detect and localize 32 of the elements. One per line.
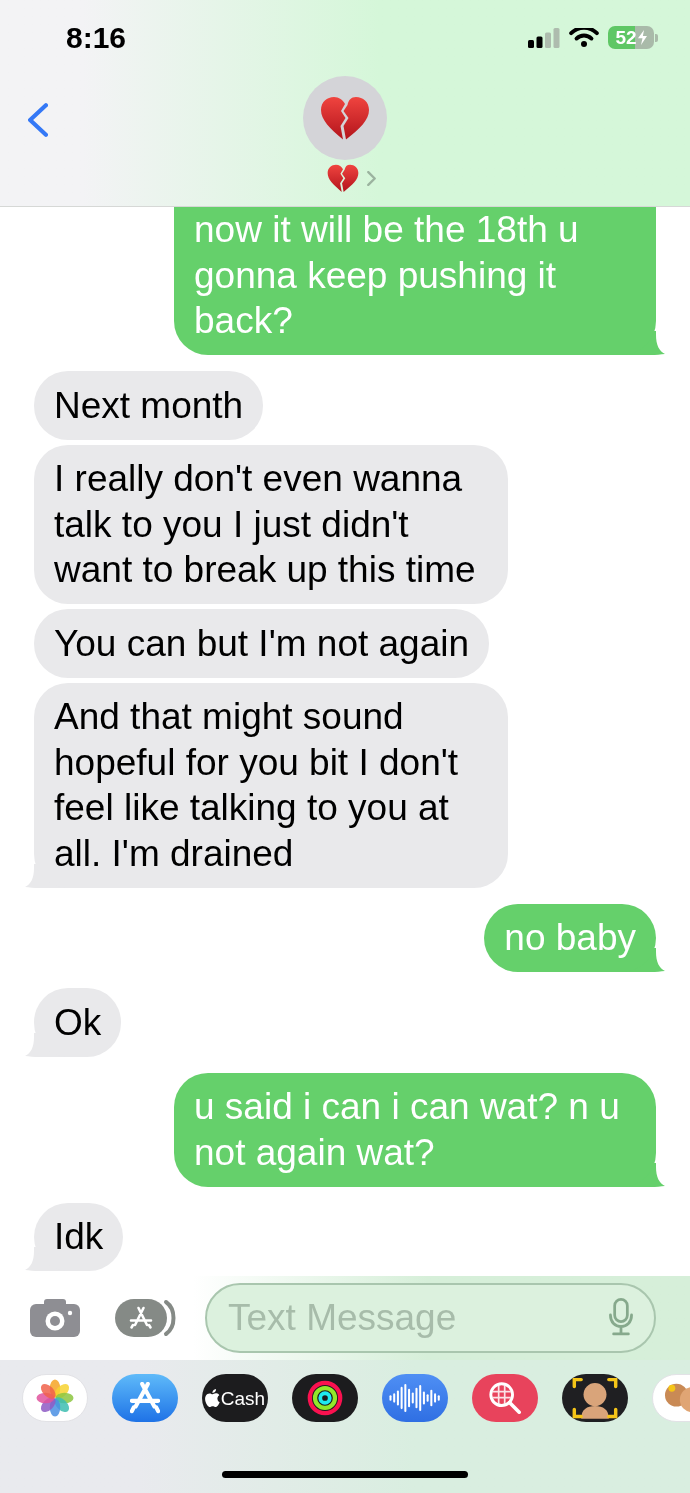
received-message-bubble: Ok bbox=[34, 988, 122, 1057]
waveform-icon bbox=[389, 1384, 441, 1412]
status-time: 8:16 bbox=[66, 20, 127, 56]
broken-heart-icon bbox=[326, 164, 359, 193]
battery-percentage: 52 bbox=[615, 27, 637, 48]
apple-icon bbox=[204, 1389, 220, 1407]
received-message-bubble: You can but I'm not again bbox=[34, 609, 490, 678]
sent-message-bubble: no baby bbox=[484, 903, 656, 972]
signal-icon bbox=[528, 27, 560, 48]
camera-button[interactable] bbox=[30, 1299, 80, 1337]
wifi-icon bbox=[569, 27, 599, 48]
app-button[interactable] bbox=[562, 1374, 628, 1422]
sent-message-bubble: u said i can i can wat? n u not again wat? bbox=[174, 1072, 656, 1187]
flower-icon bbox=[36, 1379, 74, 1417]
received-message-bubble: Next month bbox=[34, 371, 264, 440]
a-shape-pill-icon bbox=[115, 1299, 177, 1337]
a-shape-icon bbox=[130, 1382, 160, 1414]
received-message-bubble: I really don't even wanna talk to you I just didn't want to break up this time bbox=[34, 444, 508, 604]
chevron-right-icon bbox=[366, 171, 376, 186]
back-chevron-icon bbox=[28, 103, 48, 137]
microphone-icon[interactable] bbox=[608, 1298, 634, 1336]
apps-button[interactable] bbox=[115, 1299, 177, 1337]
app-button[interactable] bbox=[292, 1374, 358, 1422]
received-message-bubble: Idk bbox=[34, 1202, 124, 1271]
framed-avatar-icon bbox=[572, 1377, 618, 1419]
sent-message-bubble: now it will be the 18th u gonna keep pushing it back? bbox=[174, 207, 656, 355]
activity-rings-icon bbox=[306, 1379, 344, 1417]
globe-search-icon bbox=[489, 1382, 521, 1414]
camera-icon bbox=[30, 1299, 80, 1337]
app-button[interactable]: Cash bbox=[202, 1374, 268, 1422]
received-message-bubble: And that might sound hopeful for you bit I don't feel like talking to you at all. I'm drained bbox=[34, 682, 508, 888]
broken-heart-icon bbox=[320, 95, 370, 141]
